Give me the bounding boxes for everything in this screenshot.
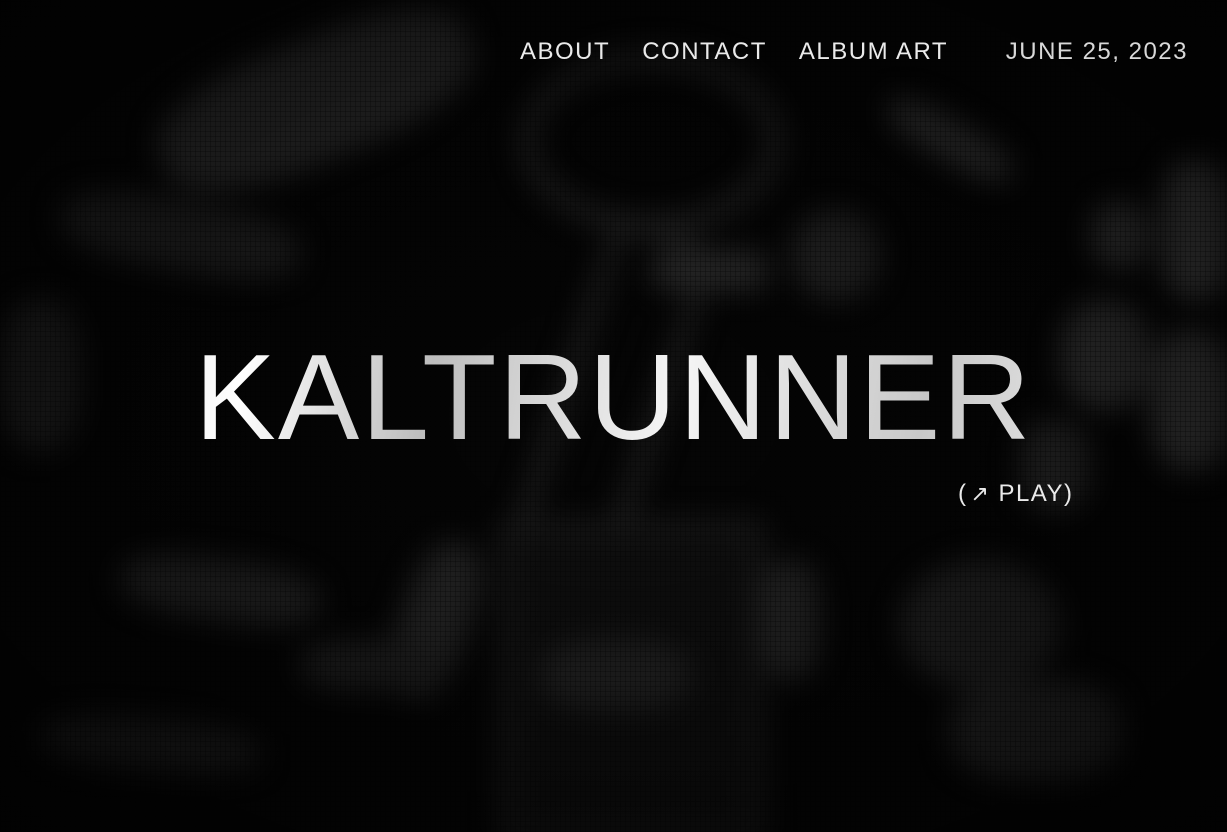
release-date: JUNE 25, 2023	[1005, 38, 1188, 65]
page: ABOUT CONTACT ALBUM ART JUNE 25, 2023 KA…	[0, 0, 1227, 832]
artist-title: KALTRUNNER	[0, 332, 1227, 462]
play-button[interactable]: ( ↗ PLAY)	[958, 478, 1074, 510]
nav-link-about[interactable]: ABOUT	[520, 36, 610, 68]
play-label: PLAY)	[998, 480, 1074, 507]
nav-link-contact[interactable]: CONTACT	[642, 36, 767, 68]
nav-link-album-art[interactable]: ALBUM ART	[799, 36, 948, 68]
main-nav: ABOUT CONTACT ALBUM ART	[520, 36, 948, 68]
play-open-paren: (	[958, 480, 968, 507]
arrow-up-right-icon: ↗	[970, 481, 991, 506]
